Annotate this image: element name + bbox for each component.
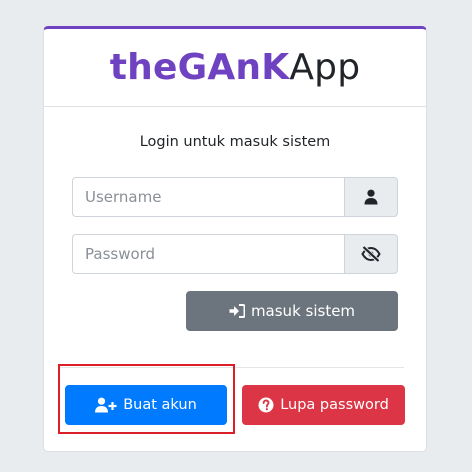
username-group [72, 177, 398, 217]
user-icon [364, 189, 378, 205]
register-button-label: Buat akun [123, 397, 197, 413]
login-button[interactable]: masuk sistem [186, 291, 398, 331]
login-message: Login untuk masuk sistem [139, 134, 331, 150]
brand-name-bold: theGAnK [109, 46, 290, 88]
app-logo: theGAnKApp [109, 46, 361, 88]
password-group [72, 234, 398, 274]
username-input[interactable] [72, 177, 344, 217]
question-circle-icon [258, 397, 274, 413]
login-card: theGAnKApp Login untuk masuk sistem User… [43, 26, 427, 452]
username-addon [344, 177, 398, 217]
divider [60, 367, 404, 368]
eye-slash-icon [361, 246, 381, 262]
forgot-password-button[interactable]: Lupa password [242, 385, 405, 425]
password-input[interactable] [72, 234, 344, 274]
sign-in-icon [229, 304, 245, 318]
toggle-password-button[interactable] [344, 234, 398, 274]
user-plus-icon [95, 397, 117, 413]
forgot-password-label: Lupa password [280, 397, 389, 413]
card-header: theGAnKApp [44, 29, 426, 107]
brand-name-light: App [289, 46, 361, 88]
login-button-label: masuk sistem [250, 302, 356, 320]
register-button[interactable]: Buat akun [65, 385, 227, 425]
